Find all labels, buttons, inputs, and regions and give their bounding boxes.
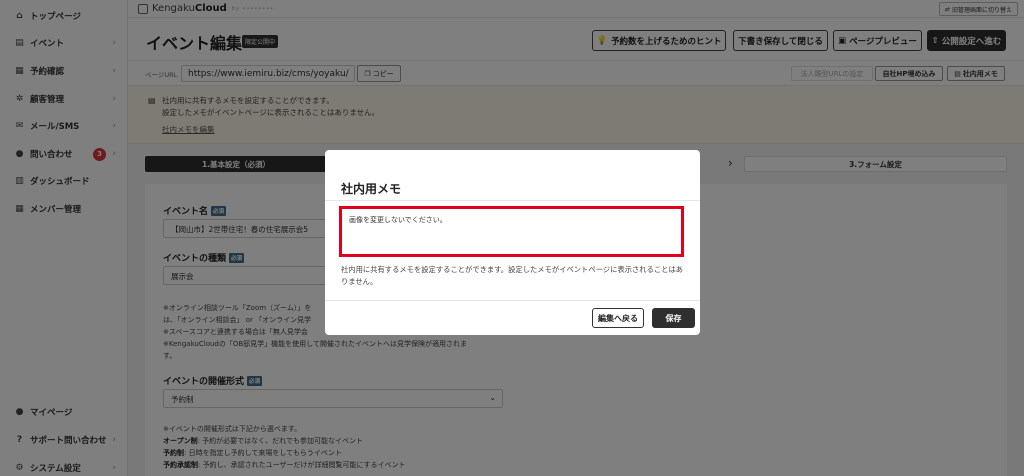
memo-textarea[interactable]: 画像を変更しないでください。 (339, 206, 684, 257)
back-to-edit-button[interactable]: 編集へ戻る (592, 308, 644, 328)
modal-description: 社内用に共有するメモを設定することができます。設定したメモがイベントページに表示… (341, 265, 684, 286)
modal-title: 社内用メモ (341, 182, 402, 196)
internal-memo-modal: 社内用メモ 画像を変更しないでください。 社内用に共有するメモを設定することがで… (325, 150, 700, 335)
modal-divider (325, 200, 700, 201)
save-button[interactable]: 保存 (652, 308, 695, 328)
modal-footer-divider (325, 300, 700, 301)
